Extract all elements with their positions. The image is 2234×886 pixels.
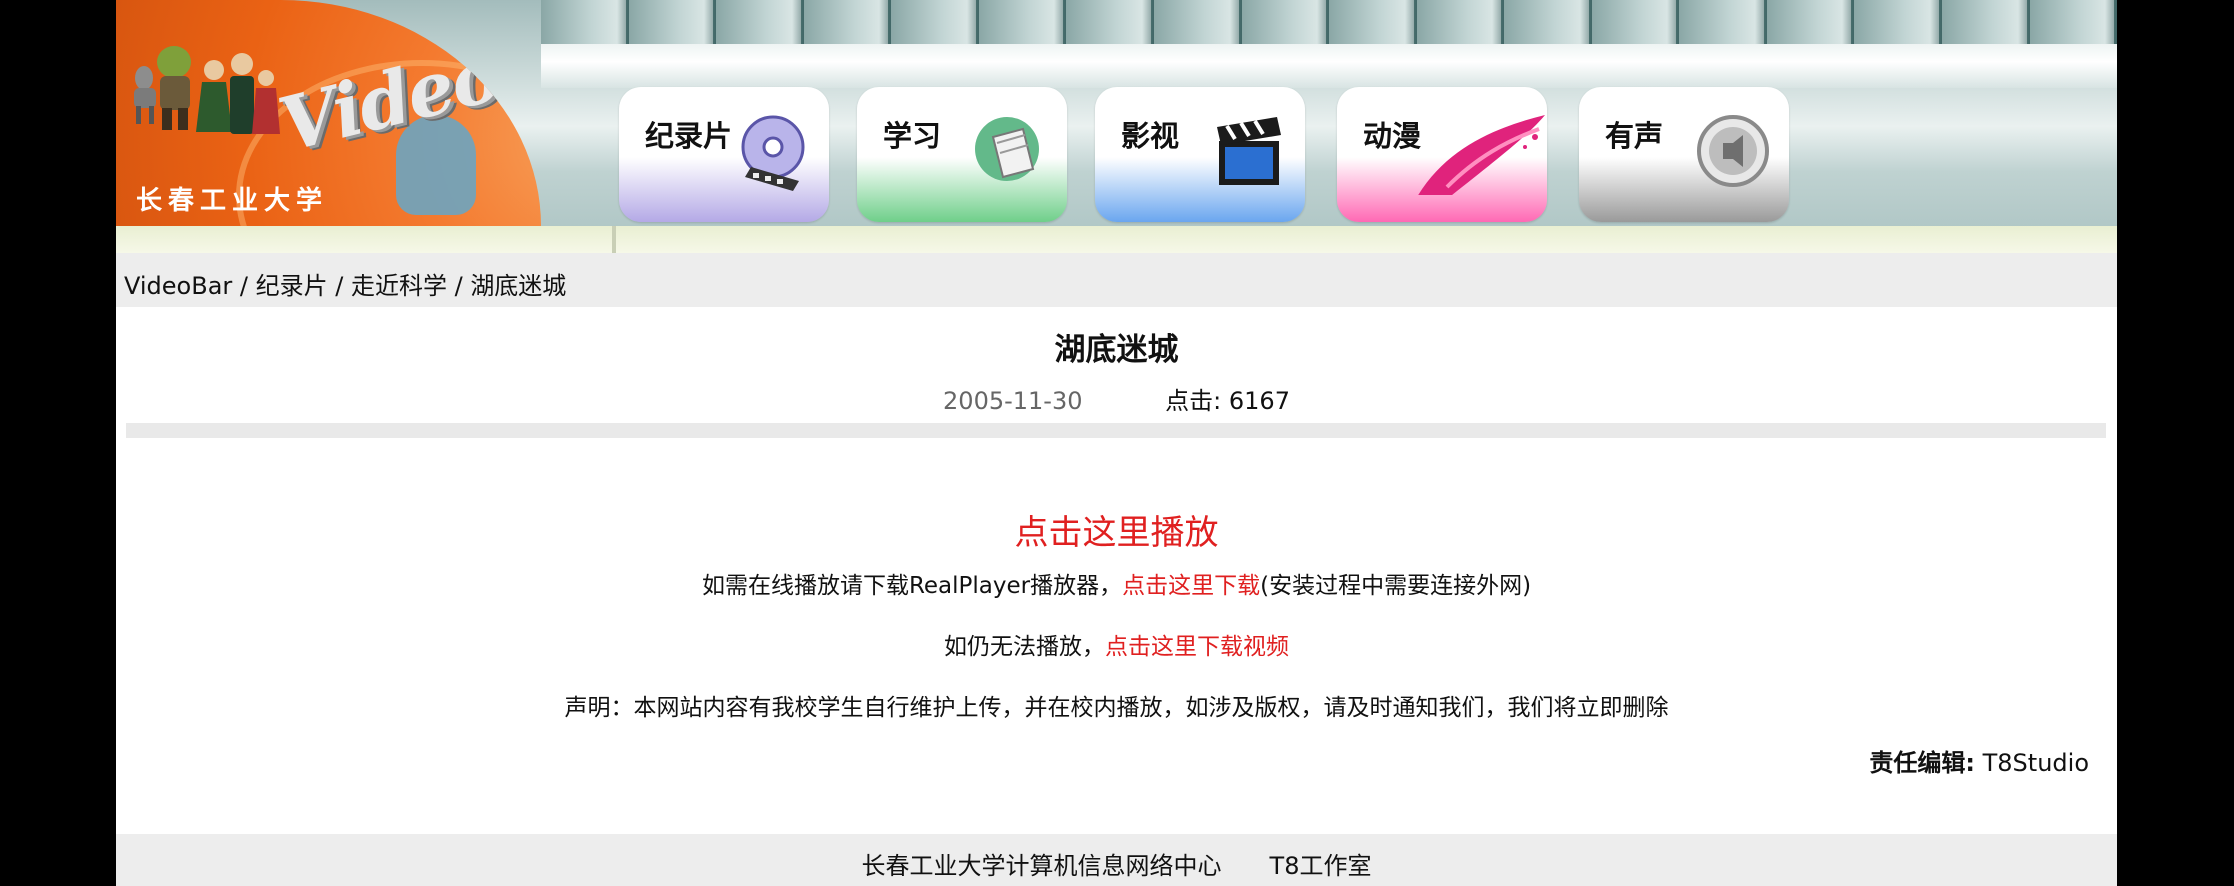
play-link[interactable]: 点击这里播放 (116, 505, 2117, 554)
video-download-link[interactable]: 点击这里下载视频 (1105, 634, 1289, 660)
site-footer: 长春工业大学计算机信息网络中心 T8工作室 (116, 834, 2117, 886)
breadcrumb-separator: / (327, 272, 351, 300)
breadcrumb-item-subcategory[interactable]: 走近科学 (351, 272, 447, 300)
site-header: VideoBar 长春工业大学 纪录片 学习 影视 动漫 有声 (116, 0, 2117, 255)
video-download-line: 如仍无法播放，点击这里下载视频 (116, 627, 2117, 661)
breadcrumb-separator: / (446, 272, 471, 300)
page: VideoBar 长春工业大学 纪录片 学习 影视 动漫 有声 VideoBar… (116, 0, 2117, 886)
publish-date: 2005-11-30 (943, 387, 1083, 415)
nav-item-film[interactable]: 影视 (1095, 87, 1305, 222)
page-title: 湖底迷城 (1054, 332, 1179, 368)
editor-name: T8Studio (1982, 749, 2089, 777)
breadcrumb-item-current: 湖底迷城 (470, 272, 567, 300)
copyright-notice: 声明：本网站内容有我校学生自行维护上传，并在校内播放，如涉及版权，请及时通知我们… (564, 695, 1669, 721)
nav-item-label: 纪录片 (645, 119, 733, 153)
book-icon (967, 107, 1055, 195)
nav-item-study[interactable]: 学习 (857, 87, 1067, 222)
article-meta: 2005-11-30 点击: 6167 (116, 381, 2117, 416)
breadcrumb-item-category[interactable]: 纪录片 (256, 272, 328, 300)
nav-item-label: 有声 (1605, 119, 1664, 153)
speaker-icon (1689, 107, 1777, 195)
nav-item-label: 学习 (883, 119, 942, 153)
hits-count: 6167 (1228, 387, 1290, 415)
film-disc-icon (729, 107, 817, 195)
video-download-prefix: 如仍无法播放， (944, 634, 1105, 660)
hits-label: 点击: (1165, 387, 1222, 415)
footer-org: 长春工业大学计算机信息网络中心 (861, 852, 1222, 880)
nav-item-animation[interactable]: 动漫 (1337, 87, 1547, 222)
breadcrumb-separator: / (232, 272, 256, 300)
player-download-prefix: 如需在线播放请下载RealPlayer播放器， (701, 573, 1123, 599)
nav-item-documentary[interactable]: 纪录片 (619, 87, 829, 222)
header-bottom-bar (116, 226, 2117, 255)
main-nav: 纪录片 学习 影视 动漫 有声 (116, 0, 2117, 253)
player-download-suffix: (安装过程中需要连接外网) (1260, 573, 1532, 599)
clapperboard-icon (1205, 107, 1293, 195)
editor-label: 责任编辑: (1869, 749, 1975, 777)
player-download-link[interactable]: 点击这里下载 (1122, 573, 1260, 599)
breadcrumb-item-home[interactable]: VideoBar (124, 272, 232, 300)
nav-item-audio[interactable]: 有声 (1579, 87, 1789, 222)
editor-credit: 责任编辑: T8Studio (1869, 743, 2089, 778)
footer-studio: T8工作室 (1269, 852, 1372, 880)
nav-item-label: 影视 (1121, 119, 1180, 153)
divider (126, 423, 2106, 438)
brush-stroke-icon (1407, 107, 1547, 195)
player-download-line: 如需在线播放请下载RealPlayer播放器，点击这里下载(安装过程中需要连接外… (116, 566, 2117, 600)
breadcrumb: VideoBar / 纪录片 / 走近科学 / 湖底迷城 (116, 253, 2117, 307)
